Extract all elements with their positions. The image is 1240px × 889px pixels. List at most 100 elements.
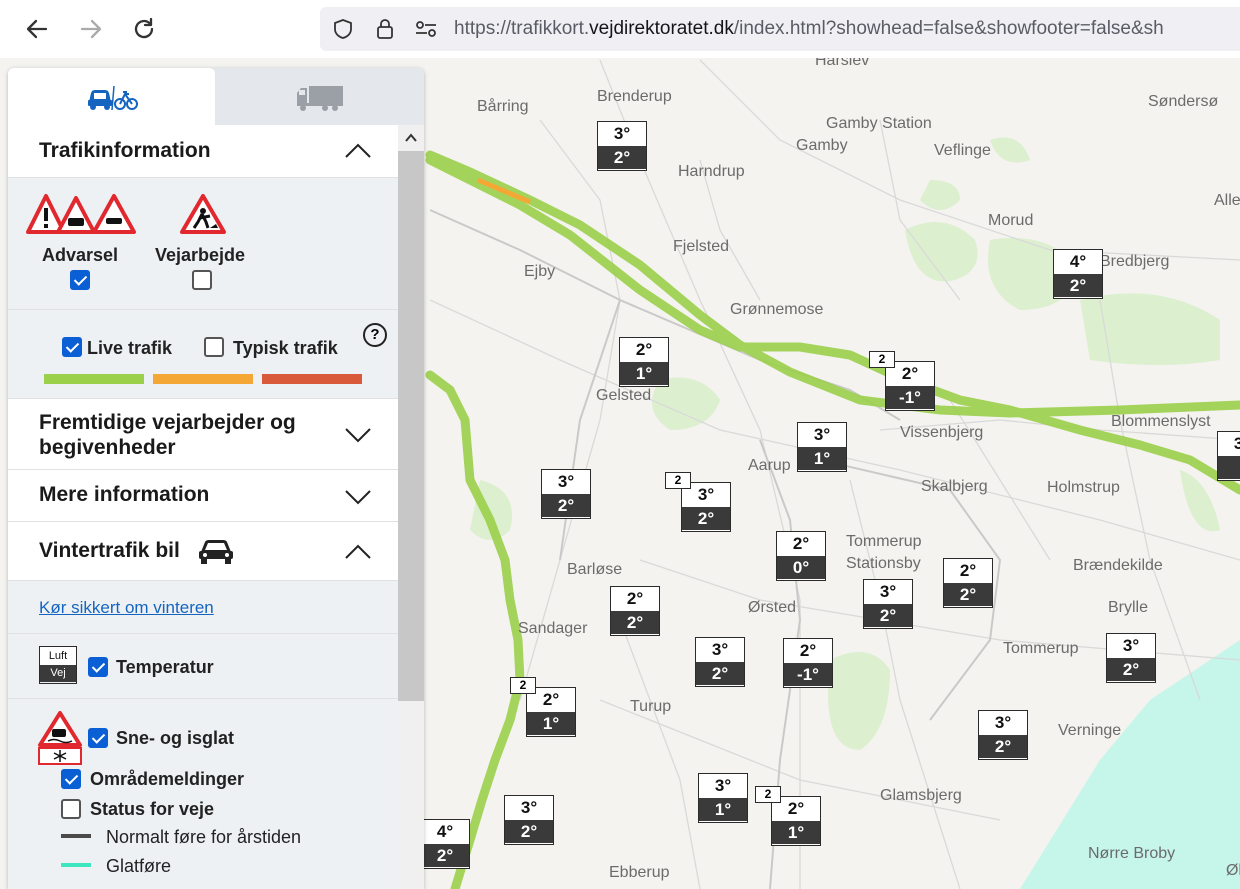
air-temperature: 4° <box>421 820 469 844</box>
weather-station-marker[interactable]: 2° 2° <box>943 558 993 608</box>
road-temperature: 0° <box>777 556 825 579</box>
place-label: Bårring <box>477 98 529 115</box>
air-temperature: 2° <box>620 338 668 362</box>
forward-button[interactable] <box>76 14 106 44</box>
cluster-count-badge[interactable]: 2 <box>755 786 781 803</box>
url-text[interactable]: https://trafikkort.vejdirektoratet.dk/in… <box>454 18 1164 40</box>
place-label: Morud <box>988 212 1034 229</box>
snow-warning-icon <box>38 711 82 765</box>
weather-station-marker[interactable]: 2° 1° <box>619 337 669 387</box>
vejarbejde-checkbox[interactable] <box>192 270 212 290</box>
cluster-count-badge[interactable]: 2 <box>510 677 536 694</box>
weather-station-marker[interactable]: 3° 2° <box>978 710 1028 760</box>
road-temperature: 2° <box>979 735 1027 758</box>
tab-car-bike[interactable] <box>8 68 215 125</box>
trafikinformation-title[interactable]: Trafikinformation <box>39 139 211 163</box>
road-temperature: 2° <box>682 507 730 530</box>
fremtidige-title[interactable]: Fremtidige vejarbejder og begivenheder <box>39 410 329 460</box>
scroll-up-icon[interactable] <box>405 133 417 143</box>
typisk-trafik-checkbox[interactable] <box>204 337 224 357</box>
weather-station-marker[interactable]: 3° 1° <box>698 773 748 823</box>
mere-information-section[interactable]: Mere information <box>8 470 398 522</box>
road-temperature: 2° <box>1107 658 1155 681</box>
advarsel-label: Advarsel <box>42 245 119 265</box>
air-temperature: 3° <box>699 774 747 798</box>
glatfore-label: Glatføre <box>106 856 172 876</box>
place-label: Verninge <box>1058 722 1122 739</box>
chevron-down-icon[interactable] <box>344 426 372 444</box>
chevron-down-icon[interactable] <box>344 488 372 506</box>
place-label: Gamby Station <box>826 115 932 132</box>
fremtidige-section[interactable]: Fremtidige vejarbejder og begivenheder <box>8 399 398 470</box>
road-temperature: 2° <box>944 583 992 606</box>
vintertrafik-title[interactable]: Vintertrafik bil <box>39 539 180 563</box>
road-temperature <box>1218 456 1240 479</box>
air-temperature: 3° <box>798 423 846 447</box>
omraademeldinger-checkbox[interactable] <box>61 769 81 789</box>
status-for-veje-checkbox[interactable] <box>61 799 81 819</box>
weather-station-marker[interactable]: 3° 2° <box>681 482 731 532</box>
mere-information-title[interactable]: Mere information <box>39 483 209 507</box>
kor-sikkert-link[interactable]: Kør sikkert om vinteren <box>39 598 214 618</box>
url-domain: vejdirektoratet.dk <box>589 18 734 39</box>
roadwork-icon <box>180 194 226 234</box>
weather-station-marker[interactable]: 3° 2° <box>504 795 554 845</box>
live-trafik-checkbox[interactable] <box>62 337 82 357</box>
place-label: Vissenbjerg <box>900 424 984 441</box>
vejarbejde-label: Vejarbejde <box>155 245 246 265</box>
weather-station-marker[interactable]: 3° 2° <box>863 579 913 629</box>
normalt-swatch <box>61 834 91 838</box>
road-temperature: 2° <box>598 146 646 169</box>
panel-scrollbar[interactable] <box>398 125 424 889</box>
place-label: Ølst <box>1226 862 1240 879</box>
place-label: Gelsted <box>596 387 652 404</box>
weather-station-marker[interactable]: 2° -1° <box>783 638 833 688</box>
car-bike-icon <box>87 85 138 110</box>
temperatur-checkbox[interactable] <box>88 657 108 677</box>
weather-station-marker[interactable]: 4° 2° <box>1053 249 1103 299</box>
url-prefix: https://trafikkort. <box>454 18 590 39</box>
vehicle-tabs <box>8 68 424 125</box>
traffic-color-bar <box>262 374 362 384</box>
air-temperature: 3° <box>696 638 744 662</box>
road-temperature: 2° <box>542 494 590 517</box>
road-temperature: 1° <box>527 712 575 735</box>
weather-station-marker[interactable]: 2° 1° <box>526 687 576 737</box>
scrollbar-thumb[interactable] <box>398 151 424 701</box>
weather-station-marker[interactable]: 3° <box>1217 431 1240 481</box>
shield-icon[interactable] <box>332 18 354 40</box>
reload-button[interactable] <box>129 14 159 44</box>
cluster-count-badge[interactable]: 2 <box>665 472 691 489</box>
weather-station-marker[interactable]: 3° 2° <box>541 469 591 519</box>
back-button[interactable] <box>22 14 52 44</box>
air-temperature: 2° <box>777 532 825 556</box>
temperatur-label: Temperatur <box>116 657 214 677</box>
car-icon <box>199 540 233 564</box>
chevron-up-icon[interactable] <box>344 142 372 160</box>
chevron-up-icon[interactable] <box>344 543 372 561</box>
weather-station-marker[interactable]: 3° 2° <box>597 121 647 171</box>
permissions-icon[interactable] <box>414 18 438 40</box>
sne-isglat-label: Sne- og isglat <box>116 728 235 748</box>
road-temperature: 2° <box>421 844 469 867</box>
weather-station-marker[interactable]: 3° 2° <box>1106 633 1156 683</box>
weather-station-marker[interactable]: 3° 2° <box>695 637 745 687</box>
tab-truck[interactable] <box>216 68 424 125</box>
weather-station-marker[interactable]: 4° 2° <box>420 819 470 869</box>
lock-icon[interactable] <box>374 17 396 41</box>
advarsel-checkbox[interactable] <box>70 270 90 290</box>
weather-station-marker[interactable]: 2° -1° <box>885 361 935 411</box>
weather-station-marker[interactable]: 2° 2° <box>610 586 660 636</box>
road-temperature: 2° <box>611 611 659 634</box>
weather-station-marker[interactable]: 3° 1° <box>797 422 847 472</box>
sne-isglat-checkbox[interactable] <box>88 728 108 748</box>
place-label: Ejby <box>524 263 556 280</box>
place-label: Bredbjerg <box>1100 253 1170 270</box>
traffic-layer-section: Live trafik Typisk trafik ? <box>8 310 398 399</box>
help-button[interactable]: ? <box>363 323 387 347</box>
weather-station-marker[interactable]: 2° 1° <box>771 796 821 846</box>
place-label: Ebberup <box>609 864 670 881</box>
cluster-count-badge[interactable]: 2 <box>869 351 895 368</box>
truck-icon <box>297 85 343 111</box>
weather-station-marker[interactable]: 2° 0° <box>776 531 826 581</box>
